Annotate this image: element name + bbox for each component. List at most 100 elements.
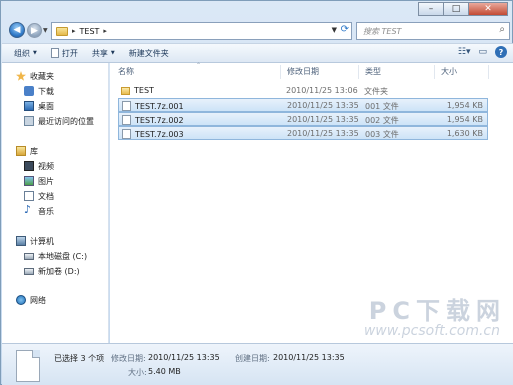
file-icon	[122, 115, 131, 125]
file-date: 2010/11/25 13:35	[287, 101, 359, 110]
modified-value: 2010/11/25 13:35	[148, 353, 220, 362]
breadcrumb-test[interactable]: TEST	[80, 27, 100, 36]
nav-label: 收藏夹	[30, 71, 54, 81]
table-row[interactable]: TEST 2010/11/25 13:06 文件夹	[118, 84, 488, 98]
preview-pane-icon[interactable]: ▭	[478, 47, 487, 57]
back-button[interactable]: ◀	[9, 22, 25, 38]
nav-libraries[interactable]: 库	[2, 144, 109, 158]
file-type: 文件夹	[364, 87, 388, 96]
column-header-date[interactable]: 修改日期	[287, 63, 319, 79]
music-icon	[24, 203, 34, 216]
file-name: TEST.7z.001	[135, 101, 184, 111]
nav-label: 图片	[38, 176, 54, 186]
column-header-size[interactable]: 大小	[441, 63, 457, 79]
file-size: 1,630 KB	[446, 129, 483, 138]
picture-icon	[24, 176, 34, 186]
downloads-icon	[24, 86, 34, 96]
share-button[interactable]: 共享 ▼	[85, 48, 122, 59]
nav-label: 最近访问的位置	[38, 116, 94, 126]
close-button[interactable]: ✕	[468, 2, 508, 16]
column-divider[interactable]	[280, 65, 281, 79]
file-date: 2010/11/25 13:35	[287, 129, 359, 138]
nav-drive-c[interactable]: 本地磁盘 (C:)	[2, 249, 109, 263]
column-header-name[interactable]: 名称	[118, 63, 134, 79]
address-dropdown-icon[interactable]: ▼	[332, 26, 337, 34]
organize-button[interactable]: 组织 ▼	[2, 48, 44, 59]
table-row[interactable]: TEST.7z.001 2010/11/25 13:35 001 文件 1,954 K…	[118, 98, 488, 112]
window-controls: – □ ✕	[418, 2, 508, 16]
recent-pages-dropdown-icon[interactable]: ▼	[43, 27, 48, 34]
nav-label: 库	[30, 146, 38, 156]
modified-label: 修改日期:	[111, 354, 146, 363]
document-icon	[24, 191, 34, 201]
open-file-icon	[50, 48, 59, 58]
nav-label: 桌面	[38, 101, 54, 111]
desktop-icon	[24, 101, 34, 111]
forward-button[interactable]: ▶	[27, 23, 42, 38]
breadcrumb-separator-icon[interactable]: ▸	[72, 27, 76, 35]
nav-music[interactable]: 音乐	[2, 203, 109, 218]
recent-places-icon	[24, 116, 34, 126]
column-divider[interactable]	[358, 65, 359, 79]
file-name: TEST.7z.002	[135, 115, 184, 125]
file-date: 2010/11/25 13:35	[287, 115, 359, 124]
nav-videos[interactable]: 视频	[2, 159, 109, 173]
file-name-cell: TEST.7z.003	[122, 129, 184, 139]
nav-label: 文档	[38, 191, 54, 201]
view-options-icon[interactable]: ☷▾	[458, 47, 471, 57]
nav-network[interactable]: 网络	[2, 293, 109, 307]
file-stack-icon	[16, 350, 40, 382]
nav-recent[interactable]: 最近访问的位置	[2, 114, 109, 128]
folder-icon	[56, 26, 68, 36]
nav-label: 新加卷 (D:)	[38, 266, 80, 276]
maximize-button[interactable]: □	[443, 2, 469, 16]
library-icon	[16, 146, 26, 156]
open-button[interactable]: 打开	[44, 48, 85, 59]
nav-computer[interactable]: 计算机	[2, 234, 109, 248]
column-divider[interactable]	[434, 65, 435, 79]
details-pane: 已选择 3 个项 修改日期: 2010/11/25 13:35 创建日期: 20…	[2, 343, 513, 385]
column-divider[interactable]	[488, 65, 489, 79]
file-name: TEST	[134, 86, 154, 95]
command-bar: 组织 ▼ 打开 共享 ▼ 新建文件夹 ☷▾ ▭ ?	[2, 43, 513, 63]
organize-caret-icon: ▼	[33, 50, 37, 56]
forward-arrow-icon: ▶	[31, 25, 38, 36]
created-value: 2010/11/25 13:35	[273, 353, 345, 362]
refresh-icon[interactable]: ⟳	[341, 24, 349, 35]
nav-label: 音乐	[38, 206, 54, 216]
organize-label: 组织	[14, 48, 30, 58]
file-name: TEST.7z.003	[135, 129, 184, 139]
file-size: 1,954 KB	[446, 115, 483, 124]
column-header-type[interactable]: 类型	[365, 63, 381, 79]
table-row[interactable]: TEST.7z.002 2010/11/25 13:35 002 文件 1,954 K…	[118, 112, 488, 126]
nav-downloads[interactable]: 下载	[2, 84, 109, 98]
breadcrumb-chevron-icon[interactable]: ▸	[103, 27, 107, 35]
minimize-button[interactable]: –	[418, 2, 444, 16]
toolbar-right: ☷▾ ▭ ?	[450, 46, 507, 58]
open-label: 打开	[61, 48, 78, 58]
nav-label: 下载	[38, 86, 54, 96]
table-row[interactable]: TEST.7z.003 2010/11/25 13:35 003 文件 1,630 K…	[118, 126, 488, 140]
new-folder-button[interactable]: 新建文件夹	[122, 48, 176, 59]
file-type: 002 文件	[365, 116, 399, 125]
nav-label: 计算机	[30, 236, 54, 246]
search-icon[interactable]: ⌕	[499, 24, 505, 35]
nav-pictures[interactable]: 图片	[2, 174, 109, 188]
nav-desktop[interactable]: 桌面	[2, 99, 109, 113]
file-type: 001 文件	[365, 102, 399, 111]
star-icon	[16, 71, 26, 81]
help-icon[interactable]: ?	[495, 46, 507, 58]
file-list: ⌃ 名称 修改日期 类型 大小 TEST 2010/11/25 13:06 文件夹 T…	[110, 62, 513, 343]
computer-icon	[16, 236, 26, 246]
address-bar[interactable]: ▸ TEST ▸ ▼ ⟳	[51, 22, 352, 40]
nav-favorites[interactable]: 收藏夹	[2, 69, 109, 83]
address-row: ◀ ▶ ▼ ▸ TEST ▸ ▼ ⟳ 搜索 TEST ⌕	[5, 21, 510, 41]
file-icon	[122, 129, 131, 139]
selected-count: 已选择 3 个项	[54, 354, 105, 363]
nav-label: 网络	[30, 295, 46, 305]
search-box[interactable]: 搜索 TEST ⌕	[356, 22, 510, 40]
navigation-pane: 收藏夹 下载 桌面 最近访问的位置 库 视频 图片 文档 音乐 计算机 本地磁盘…	[2, 63, 109, 343]
nav-drive-d[interactable]: 新加卷 (D:)	[2, 264, 109, 278]
network-icon	[16, 295, 26, 305]
nav-documents[interactable]: 文档	[2, 189, 109, 203]
